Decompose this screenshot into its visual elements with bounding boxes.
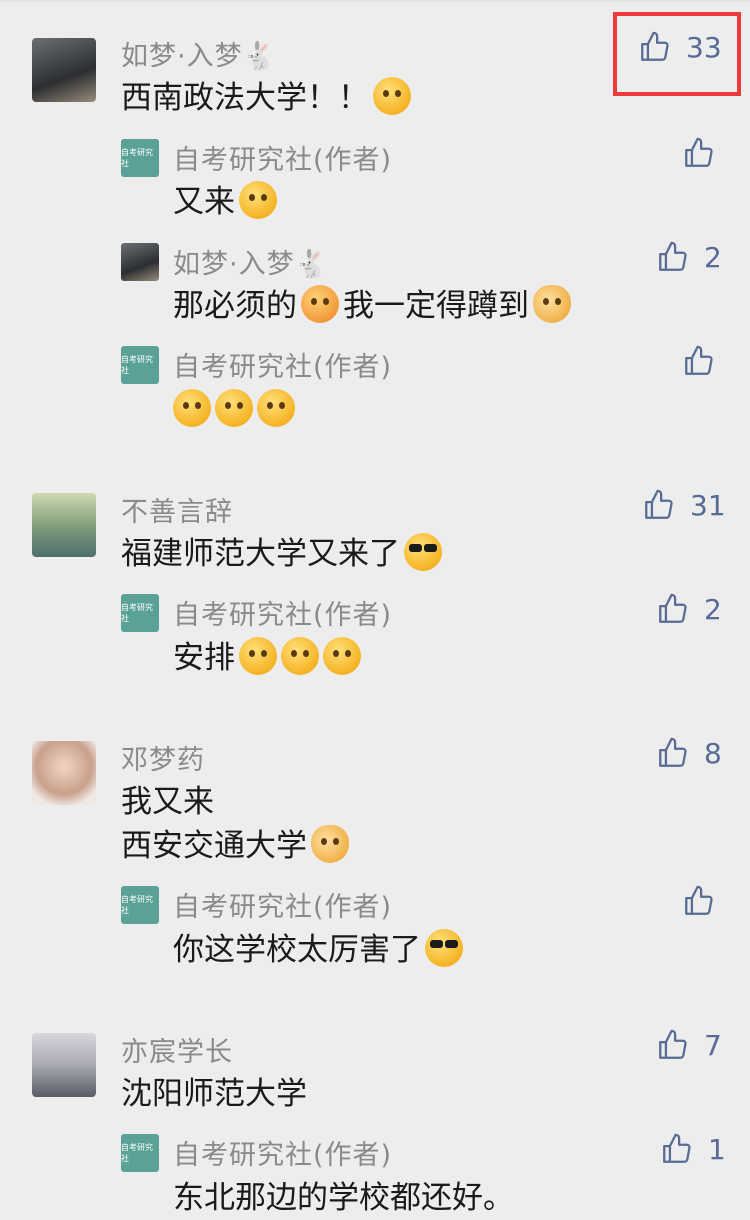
reply-text <box>169 388 295 432</box>
comment-text-content: 西安交通大学 <box>121 828 307 864</box>
top-divider <box>0 0 750 2</box>
comment-text-content: 西南政法大学！！ <box>121 80 369 116</box>
comment-text-content: 福建师范大学又来了 <box>121 536 400 572</box>
thumbs-up-icon <box>659 241 687 271</box>
smirk-face-emoji <box>323 637 361 675</box>
comment-text: 福建师范大学又来了 <box>121 532 442 576</box>
smirk-face-emoji <box>239 637 277 675</box>
reply-text: 又来 <box>173 180 277 224</box>
like-count: 2 <box>704 240 722 274</box>
thumbs-up-icon <box>659 1029 687 1059</box>
reply-author[interactable]: 自考研究社(作者) <box>173 885 392 924</box>
logo-text: 自考研究社 <box>121 355 153 375</box>
like-button[interactable]: 2 <box>656 240 722 274</box>
like-button[interactable] <box>682 136 716 170</box>
like-button[interactable]: 2 <box>656 592 722 626</box>
avatar[interactable] <box>32 38 96 102</box>
thumbs-up-icon <box>641 31 669 61</box>
comment-author[interactable]: 如梦·入梦🐇 <box>121 34 277 73</box>
like-button[interactable]: 1 <box>660 1132 726 1166</box>
reply-text-content: 又来 <box>173 184 235 220</box>
reply-text-content: 安排 <box>173 640 235 676</box>
avatar[interactable] <box>32 1033 96 1097</box>
avatar[interactable]: 自考研究社 <box>121 346 159 384</box>
like-button[interactable]: 7 <box>656 1028 722 1062</box>
avatar[interactable] <box>32 741 96 805</box>
like-count: 8 <box>704 736 722 770</box>
cat-face-emoji <box>311 825 349 863</box>
thumbs-up-icon <box>685 345 713 375</box>
cat-face-emoji <box>533 285 571 323</box>
avatar[interactable]: 自考研究社 <box>121 886 159 924</box>
comment-text: 我又来 <box>121 784 214 820</box>
comment-text: 沈阳师范大学 <box>121 1076 307 1112</box>
like-count: 2 <box>704 592 722 626</box>
avatar[interactable] <box>121 243 159 281</box>
like-count: 33 <box>686 30 722 64</box>
like-button[interactable]: 31 <box>642 488 726 522</box>
logo-text: 自考研究社 <box>121 148 153 168</box>
avatar[interactable]: 自考研究社 <box>121 1134 159 1172</box>
like-count: 31 <box>690 488 726 522</box>
reply-text-content: 你这学校太厉害了 <box>173 932 421 968</box>
like-count: 1 <box>708 1132 726 1166</box>
flushed-face-emoji <box>173 389 211 427</box>
logo-text: 自考研究社 <box>121 603 153 623</box>
reply-text: 那必须的 我一定得蹲到 <box>173 284 571 328</box>
comment-text-line2: 西安交通大学 <box>121 824 349 868</box>
flushed-face-emoji <box>257 389 295 427</box>
logo-text: 自考研究社 <box>121 895 153 915</box>
like-button[interactable]: 8 <box>656 736 722 770</box>
like-button[interactable]: 33 <box>638 30 722 64</box>
thinking-face-emoji <box>373 77 411 115</box>
avatar[interactable]: 自考研究社 <box>121 139 159 177</box>
sunglasses-face-emoji <box>404 533 442 571</box>
thumbs-up-icon <box>645 489 673 519</box>
thumbs-up-icon <box>685 885 713 915</box>
comment-author[interactable]: 不善言辞 <box>121 490 233 529</box>
reply-author[interactable]: 如梦·入梦🐇 <box>173 242 329 281</box>
avatar[interactable] <box>32 493 96 557</box>
reply-author[interactable]: 自考研究社(作者) <box>173 345 392 384</box>
reply-author[interactable]: 自考研究社(作者) <box>173 593 392 632</box>
like-button[interactable] <box>682 344 716 378</box>
tongue-wink-emoji <box>239 181 277 219</box>
thumbs-up-icon <box>659 737 687 767</box>
angry-face-emoji <box>301 285 339 323</box>
avatar[interactable]: 自考研究社 <box>121 594 159 632</box>
reply-text: 东北那边的学校都还好。 <box>173 1180 514 1216</box>
like-button[interactable] <box>682 884 716 918</box>
like-count: 7 <box>704 1028 722 1062</box>
reply-author[interactable]: 自考研究社(作者) <box>173 1133 392 1172</box>
reply-text: 安排 <box>173 636 361 680</box>
sunglasses-face-emoji <box>425 929 463 967</box>
comment-author[interactable]: 邓梦药 <box>121 738 205 777</box>
reply-author[interactable]: 自考研究社(作者) <box>173 138 392 177</box>
reply-text-content: 那必须的 <box>173 288 297 324</box>
logo-text: 自考研究社 <box>121 1143 153 1163</box>
thumbs-up-icon <box>659 593 687 623</box>
smirk-face-emoji <box>281 637 319 675</box>
comment-author[interactable]: 亦宸学长 <box>121 1030 233 1069</box>
comment-text: 西南政法大学！！ <box>121 76 411 120</box>
reply-text-content-2: 我一定得蹲到 <box>343 288 529 324</box>
thumbs-up-icon <box>685 137 713 167</box>
flushed-face-emoji <box>215 389 253 427</box>
thumbs-up-icon <box>663 1133 691 1163</box>
reply-text: 你这学校太厉害了 <box>173 928 463 972</box>
